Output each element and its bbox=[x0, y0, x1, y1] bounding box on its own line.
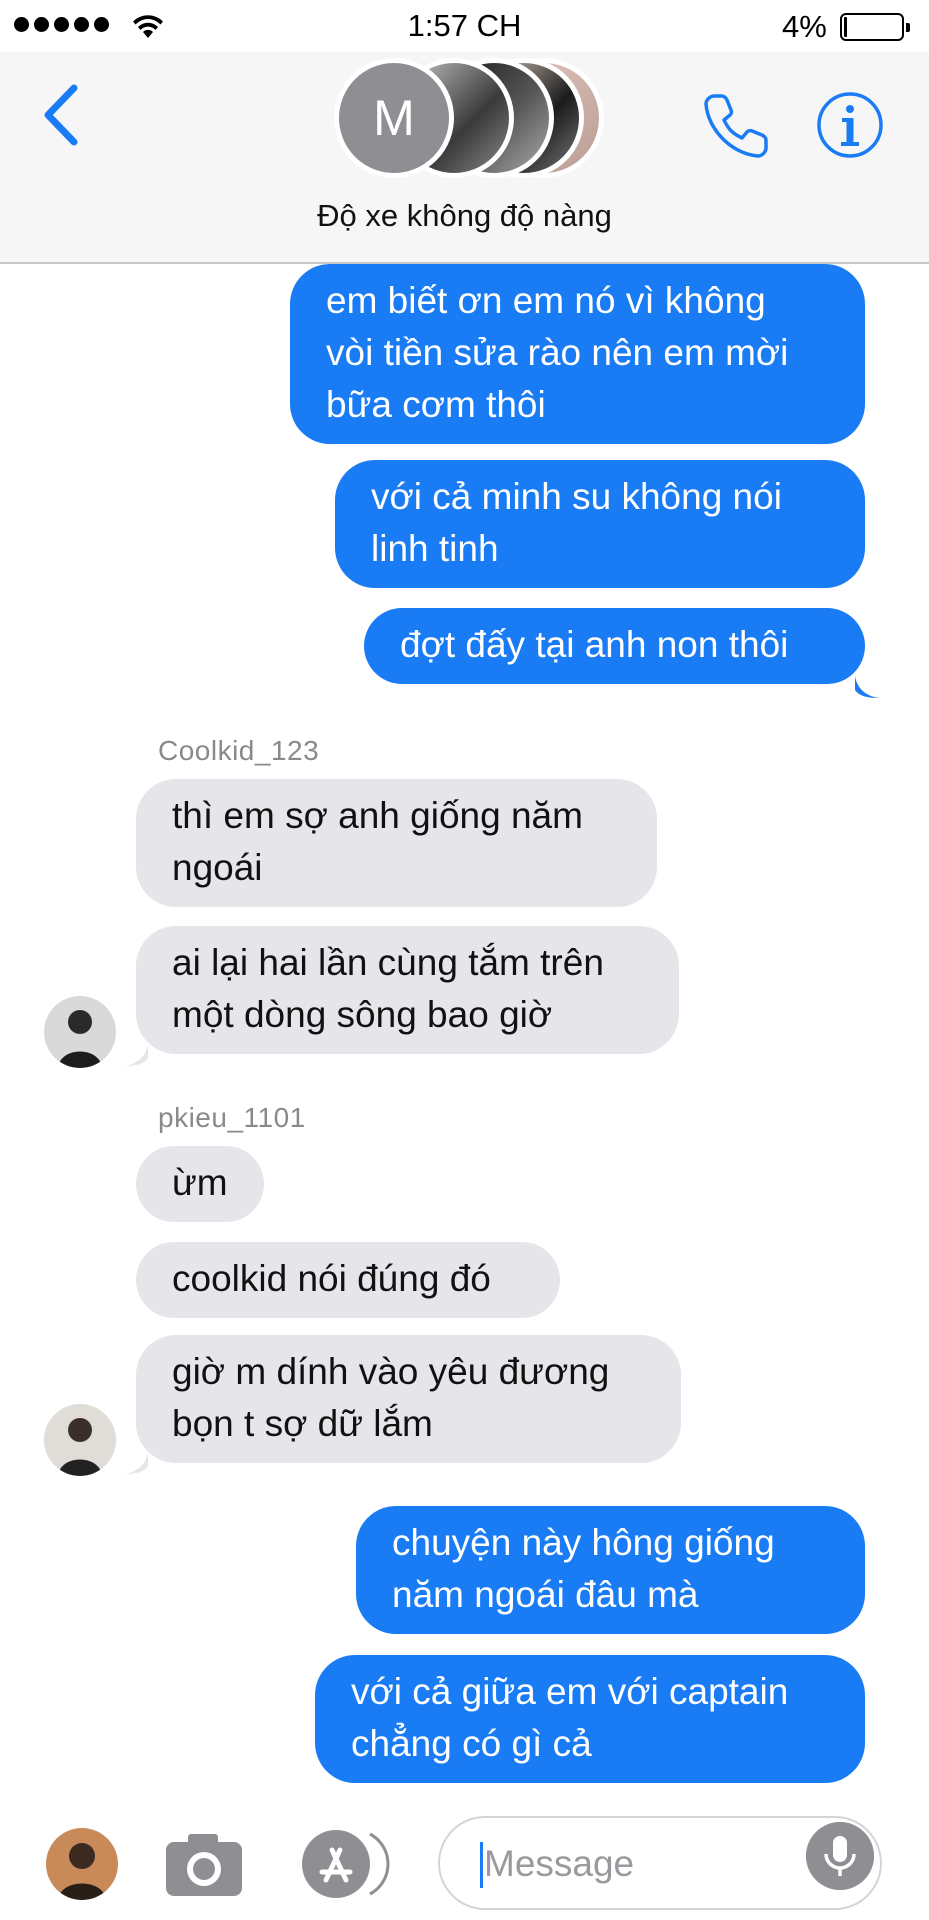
status-bar: 1:57 CH 4% bbox=[0, 0, 929, 52]
message-input[interactable] bbox=[484, 1838, 764, 1890]
incoming-message-bubble[interactable]: giờ m dính vào yêu đương bọn t sợ dữ lắm bbox=[136, 1335, 681, 1463]
outgoing-message-bubble[interactable]: đợt đấy tại anh non thôi bbox=[364, 608, 865, 684]
battery-icon bbox=[840, 13, 910, 41]
back-chevron-icon[interactable] bbox=[38, 80, 88, 150]
group-name[interactable]: Độ xe không độ nàng bbox=[0, 198, 929, 234]
conversation-header: M Độ xe không độ nàng bbox=[0, 52, 929, 264]
messages-screen: 1:57 CH 4% M Độ xe không độ nàng em biết… bbox=[0, 0, 929, 1920]
bubble-tail bbox=[124, 1044, 148, 1066]
phone-icon[interactable] bbox=[700, 90, 772, 162]
incoming-message-bubble[interactable]: thì em sợ anh giống năm ngoái bbox=[136, 779, 657, 907]
outgoing-message-bubble[interactable]: với cả giữa em với captain chẳng có gì c… bbox=[315, 1655, 865, 1783]
incoming-message-bubble[interactable]: ai lại hai lần cùng tắm trên một dòng sô… bbox=[136, 926, 679, 1054]
group-initial-avatar: M bbox=[334, 58, 454, 178]
bubble-tail bbox=[124, 1452, 148, 1474]
bubble-tail bbox=[855, 676, 879, 698]
outgoing-message-bubble[interactable]: với cả minh su không nói linh tinh bbox=[335, 460, 865, 588]
microphone-icon[interactable] bbox=[806, 1822, 874, 1890]
outgoing-message-bubble[interactable]: em biết ơn em nó vì không vòi tiền sửa r… bbox=[290, 264, 865, 444]
sender-avatar[interactable] bbox=[44, 996, 116, 1068]
info-icon[interactable] bbox=[815, 90, 885, 160]
battery-percentage: 4% bbox=[782, 9, 827, 44]
sender-name: pkieu_1101 bbox=[158, 1102, 306, 1133]
user-avatar[interactable] bbox=[46, 1828, 118, 1900]
incoming-message-bubble[interactable]: coolkid nói đúng đó bbox=[136, 1242, 560, 1318]
incoming-message-bubble[interactable]: ừm bbox=[136, 1146, 264, 1222]
compose-bar bbox=[0, 1798, 929, 1920]
app-store-icon[interactable] bbox=[296, 1828, 392, 1900]
sender-name: Coolkid_123 bbox=[158, 735, 320, 766]
text-cursor bbox=[480, 1842, 483, 1888]
group-avatar-stack[interactable]: M bbox=[334, 58, 604, 182]
camera-icon[interactable] bbox=[164, 1828, 244, 1900]
outgoing-message-bubble[interactable]: chuyện này hông giống năm ngoái đâu mà bbox=[356, 1506, 865, 1634]
sender-avatar[interactable] bbox=[44, 1404, 116, 1476]
